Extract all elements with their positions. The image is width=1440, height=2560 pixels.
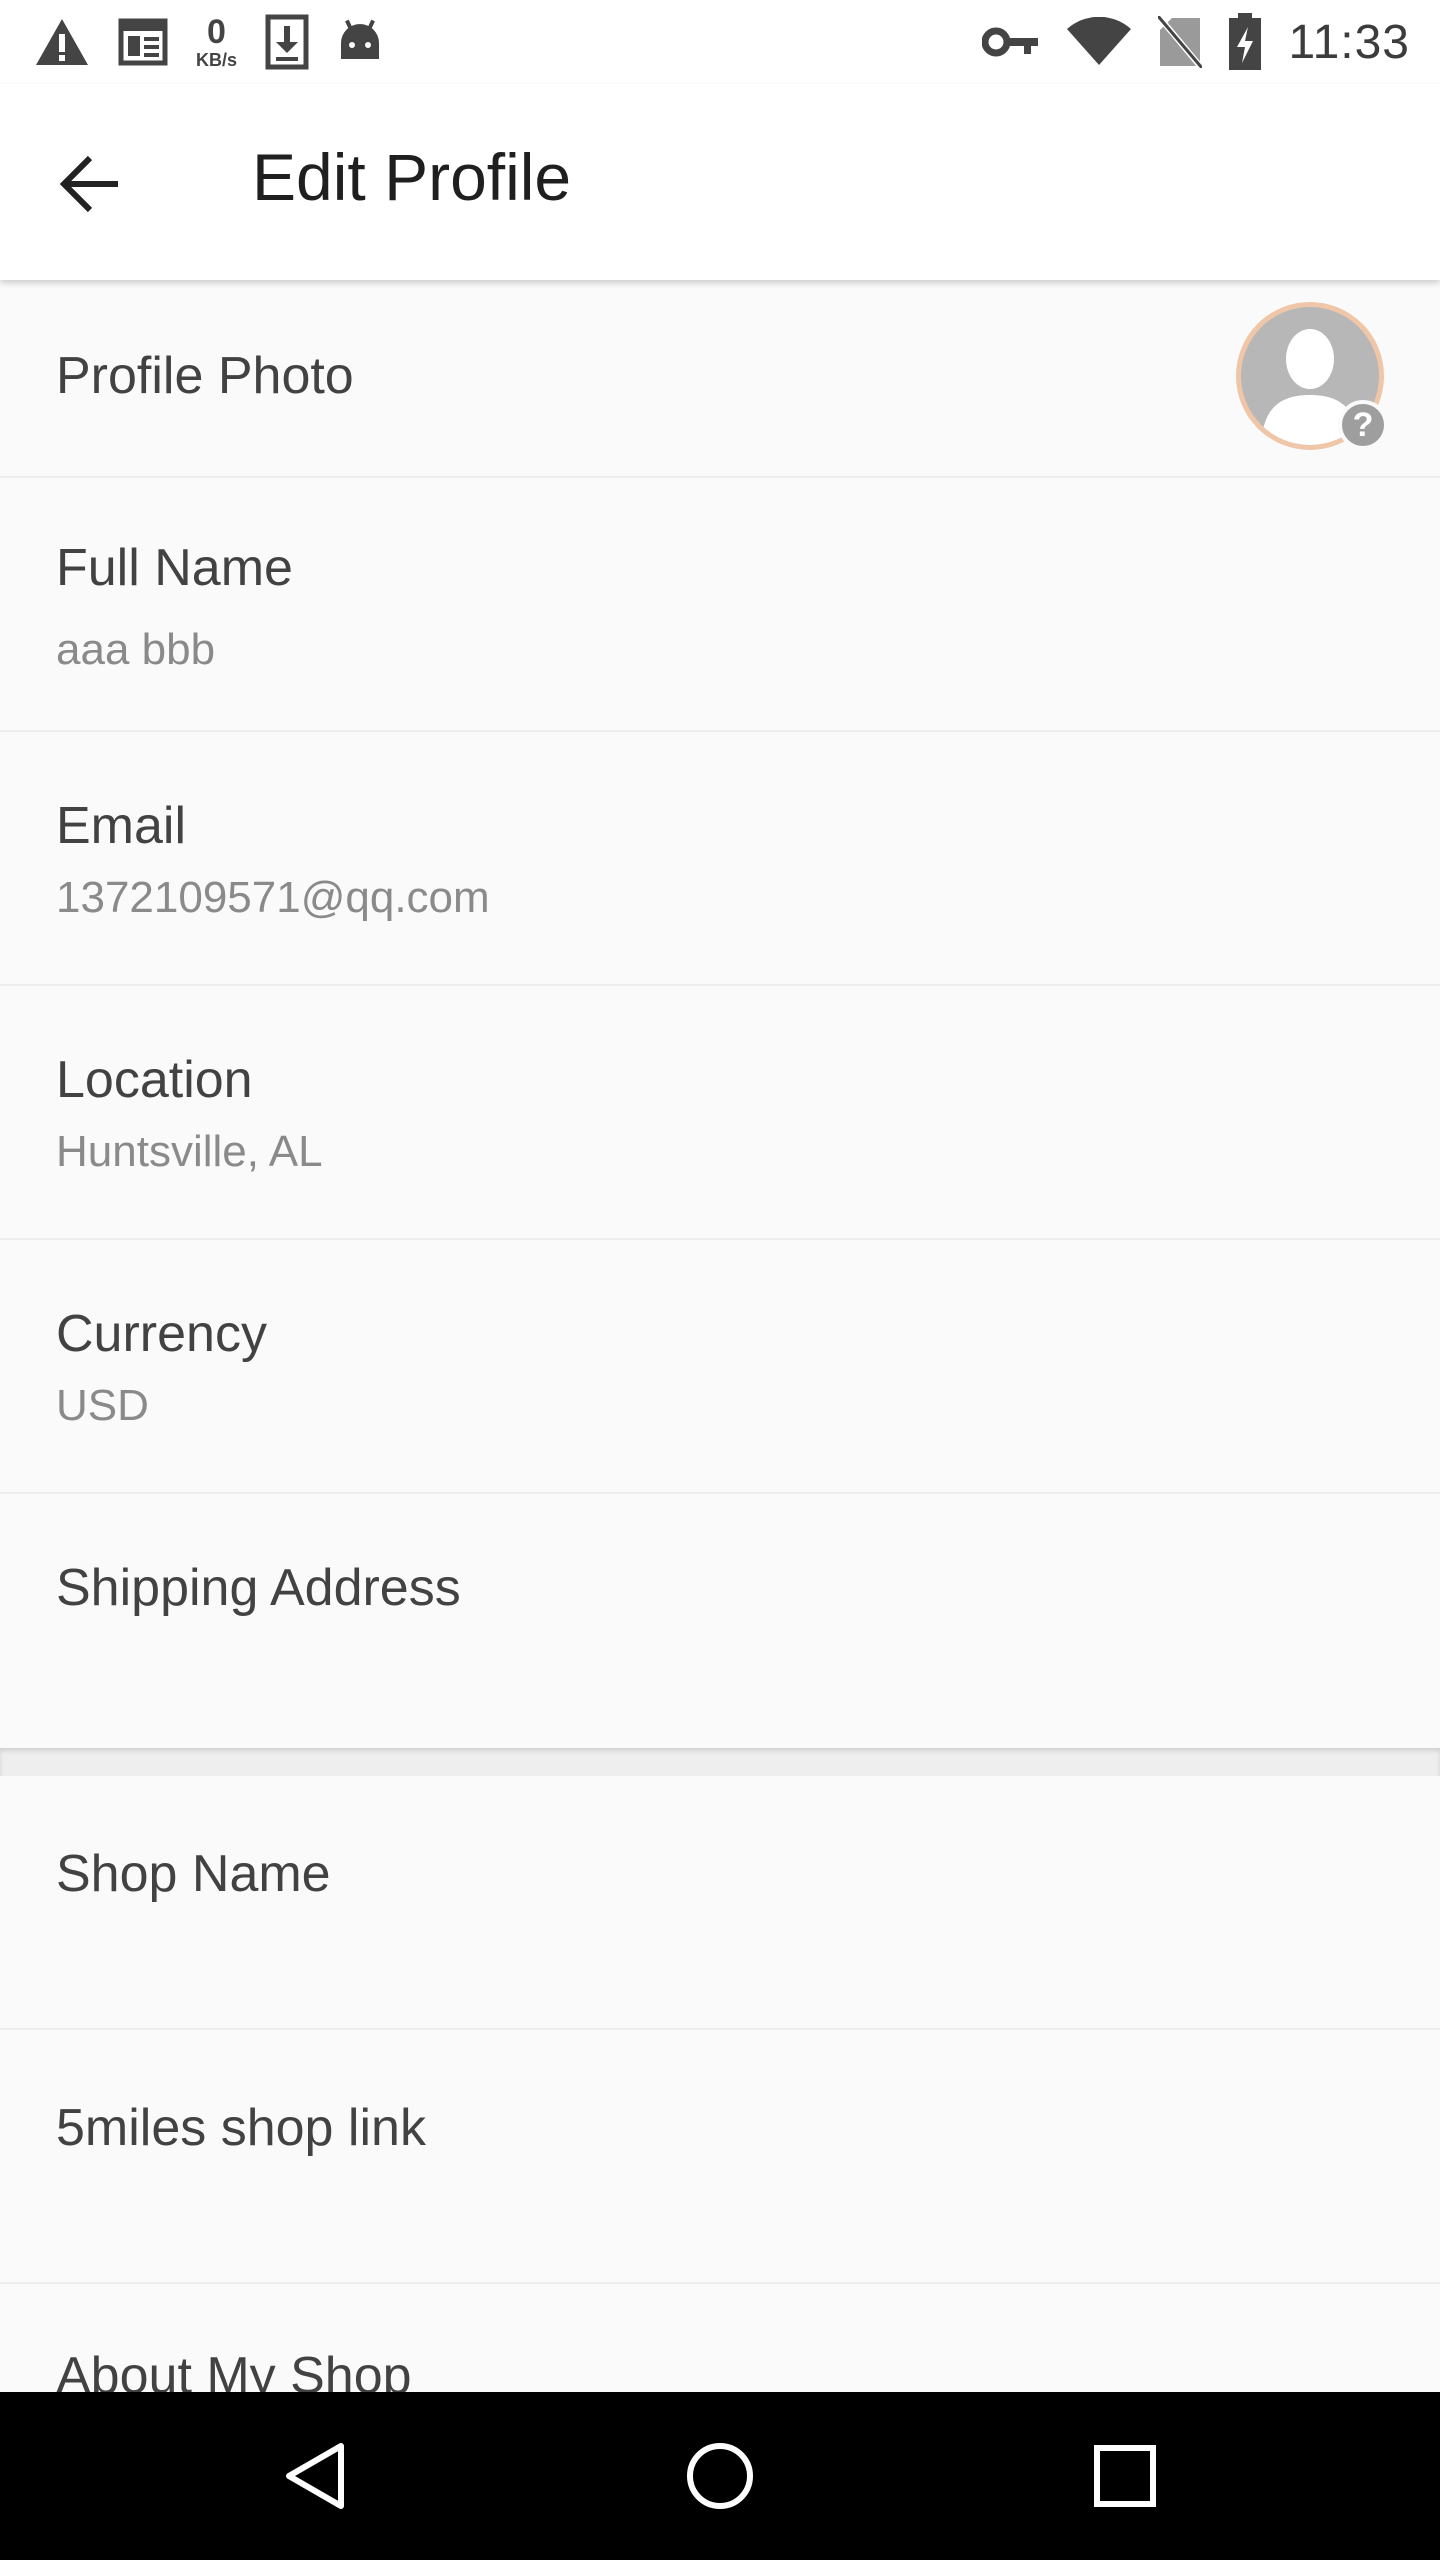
- full-name-row[interactable]: Full Name aaa bbb: [0, 478, 1440, 732]
- avatar-help-badge: ?: [1338, 400, 1388, 450]
- status-right-group: 11:33: [982, 12, 1410, 72]
- location-row[interactable]: Location Huntsville, AL: [0, 986, 1440, 1240]
- network-speed-unit: KB/s: [196, 50, 238, 70]
- currency-row[interactable]: Currency USD: [0, 1240, 1440, 1494]
- full-name-label: Full Name: [56, 539, 293, 597]
- page-title: Edit Profile: [252, 140, 572, 214]
- network-speed-value: 0: [207, 13, 226, 51]
- wifi-icon: [1066, 17, 1132, 67]
- download-icon: [265, 14, 309, 70]
- app-bar: Edit Profile: [0, 84, 1440, 280]
- email-label: Email: [56, 797, 187, 855]
- status-left-group: 0 KB/s: [34, 12, 383, 72]
- news-icon: [118, 18, 168, 66]
- location-value: Huntsville, AL: [56, 1127, 323, 1176]
- system-nav-bar: [0, 2392, 1440, 2560]
- no-sim-icon: [1158, 16, 1203, 68]
- email-value: 1372109571@qq.com: [56, 873, 490, 922]
- vpn-key-icon: [982, 25, 1040, 59]
- section-divider: [0, 1748, 1440, 1776]
- network-speed: 0 KB/s: [196, 15, 237, 69]
- status-bar: 0 KB/s 11:33: [0, 0, 1440, 84]
- location-label: Location: [56, 1051, 253, 1109]
- shipping-address-label: Shipping Address: [56, 1559, 461, 1617]
- arrow-left-icon: [59, 155, 118, 213]
- nav-back-button[interactable]: [265, 2426, 365, 2526]
- shop-name-label: Shop Name: [56, 1845, 331, 1903]
- nav-home-button[interactable]: [670, 2426, 770, 2526]
- currency-value: USD: [56, 1381, 149, 1430]
- battery-charging-icon: [1228, 13, 1262, 71]
- back-triangle-icon: [286, 2443, 344, 2509]
- recents-square-icon: [1094, 2445, 1156, 2507]
- profile-photo-row[interactable]: Profile Photo ?: [0, 280, 1440, 478]
- profile-photo-label: Profile Photo: [56, 347, 354, 405]
- full-name-value: aaa bbb: [56, 625, 216, 674]
- status-time: 11:33: [1288, 15, 1410, 69]
- nav-recents-button[interactable]: [1075, 2426, 1175, 2526]
- warning-icon: [34, 17, 90, 67]
- profile-list: Profile Photo ? Full Name aaa bbb Email …: [0, 280, 1440, 2538]
- currency-label: Currency: [56, 1305, 267, 1363]
- android-icon: [337, 19, 383, 65]
- home-circle-icon: [687, 2443, 753, 2509]
- shop-link-label: 5miles shop link: [56, 2099, 426, 2157]
- email-row[interactable]: Email 1372109571@qq.com: [0, 732, 1440, 986]
- shop-name-row[interactable]: Shop Name: [0, 1776, 1440, 2030]
- shipping-address-row[interactable]: Shipping Address: [0, 1494, 1440, 1748]
- shop-link-row[interactable]: 5miles shop link: [0, 2030, 1440, 2284]
- back-button[interactable]: [40, 134, 140, 234]
